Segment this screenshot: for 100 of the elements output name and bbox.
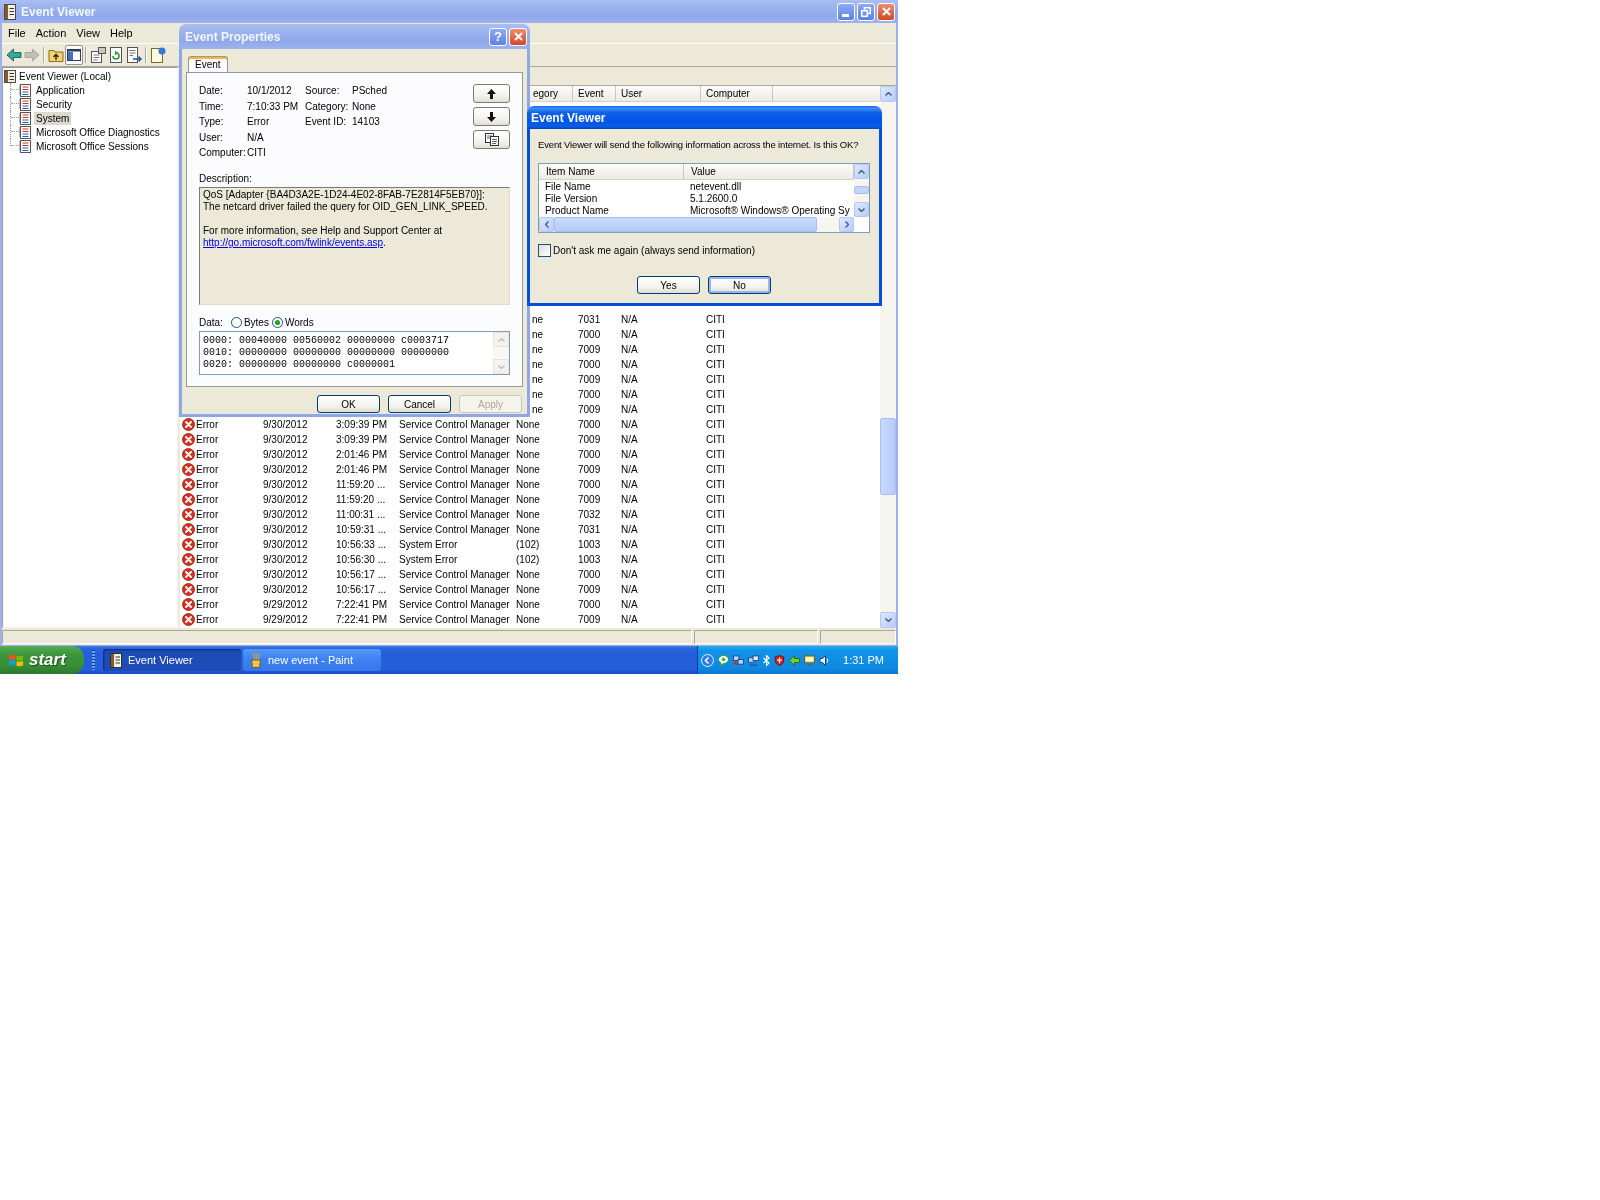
- chat-bubble-icon[interactable]: [718, 654, 729, 666]
- dialog-button[interactable]: OK: [317, 395, 380, 413]
- scrollbar-thumb[interactable]: [854, 186, 869, 194]
- window-title: Event Properties: [185, 29, 282, 44]
- flag-icon: [8, 652, 24, 668]
- scrollbar-thumb[interactable]: [880, 418, 896, 495]
- event-computer: CITI: [706, 584, 725, 595]
- column-header[interactable]: Computer: [701, 86, 773, 101]
- item-name: File Version: [545, 192, 598, 204]
- column-header[interactable]: Item Name: [539, 164, 684, 179]
- event-time: 11:59:20 ...: [336, 494, 386, 505]
- radio-label[interactable]: Words: [284, 316, 314, 328]
- caret-right-icon: [844, 221, 849, 228]
- event-computer: CITI: [706, 524, 725, 535]
- scroll-left-button[interactable]: [539, 217, 554, 232]
- event-time: 10:59:31 ...: [336, 524, 387, 535]
- log-book-icon: [4, 69, 16, 83]
- scroll-up-button[interactable]: [880, 86, 896, 102]
- event-id: 7000: [578, 419, 601, 430]
- minimize-button[interactable]: [837, 2, 855, 21]
- event-category: None: [516, 419, 540, 430]
- event-user: N/A: [621, 374, 638, 385]
- tree-item[interactable]: Microsoft Office Diagnostics: [34, 125, 162, 139]
- taskbar-button[interactable]: Event Viewer: [103, 649, 241, 671]
- menu-item[interactable]: View: [71, 26, 105, 40]
- field-label: Time:: [199, 100, 224, 112]
- toolbar-button[interactable]: [125, 45, 143, 65]
- toolbar-button[interactable]: [149, 45, 167, 65]
- tree-item[interactable]: Microsoft Office Sessions: [34, 139, 151, 153]
- start-button[interactable]: start: [0, 646, 84, 674]
- event-id: 7000: [578, 569, 601, 580]
- column-header[interactable]: Event: [573, 86, 616, 101]
- toolbar-button[interactable]: [107, 45, 125, 65]
- vertical-scrollbar[interactable]: [854, 164, 869, 217]
- column-header[interactable]: User: [616, 86, 701, 101]
- scroll-right-button[interactable]: [839, 217, 854, 232]
- event-source: Service Control Manager: [399, 464, 510, 475]
- description-label: Description:: [199, 173, 252, 185]
- description-line: QoS [Adapter {BA4D3A2E-1D24-4E02-8FAB-7E2814F5EB70}]:: [203, 189, 485, 201]
- horizontal-scrollbar[interactable]: [539, 217, 854, 232]
- monitors-icon[interactable]: [748, 654, 759, 666]
- field-label: Type:: [199, 116, 224, 128]
- menu-item[interactable]: File: [3, 26, 31, 40]
- event-date: 9/30/2012: [263, 449, 308, 460]
- radio-label[interactable]: Bytes: [243, 316, 269, 328]
- description-field[interactable]: [199, 187, 510, 305]
- event-user: N/A: [621, 449, 638, 460]
- checkbox[interactable]: [538, 244, 551, 257]
- tree-item[interactable]: System: [34, 111, 72, 125]
- restore-button[interactable]: [857, 2, 875, 21]
- scroll-down-button[interactable]: [854, 202, 869, 217]
- event-computer: CITI: [706, 569, 725, 580]
- radio-button[interactable]: [271, 316, 283, 328]
- display-icon[interactable]: [804, 654, 815, 666]
- taskbar-grip[interactable]: [92, 650, 95, 670]
- event-time: 10:56:17 ...: [336, 584, 387, 595]
- event-id: 7009: [578, 464, 601, 475]
- tree-item[interactable]: Application: [34, 83, 87, 97]
- tree-item[interactable]: Security: [34, 97, 75, 111]
- toolbar-button[interactable]: [65, 45, 83, 65]
- event-time: 7:22:41 PM: [336, 599, 388, 610]
- hex-data-field[interactable]: 0000: 00040000 00560002 00000000 c0003717 0010: 00000000 00000000 00000000 00000000 0020: 00000000 00000000 c0000001: [199, 331, 510, 375]
- event-computer: CITI: [706, 374, 725, 385]
- field-label: Source:: [305, 85, 340, 97]
- scrollbar-thumb[interactable]: [554, 217, 817, 232]
- close-button[interactable]: [509, 27, 527, 46]
- chevron-button[interactable]: [701, 653, 714, 667]
- close-button[interactable]: [877, 2, 895, 21]
- scroll-up-button[interactable]: [854, 164, 869, 179]
- event-source: Service Control Manager: [399, 599, 510, 610]
- event-time: 7:22:41 PM: [336, 614, 388, 625]
- taskbar-button[interactable]: new event - Paint: [243, 649, 381, 671]
- menu-item[interactable]: Action: [30, 26, 72, 40]
- field-label: Event ID:: [305, 116, 347, 128]
- radio-button[interactable]: [230, 316, 242, 328]
- event-time: 10:56:30 ...: [336, 554, 387, 565]
- toolbar-button[interactable]: [5, 45, 23, 65]
- next-event-button[interactable]: [473, 107, 510, 126]
- network-icon[interactable]: [733, 654, 744, 666]
- field-label: Category:: [305, 100, 349, 112]
- log-document-icon: [19, 97, 31, 111]
- previous-event-button[interactable]: [473, 84, 510, 103]
- speaker-icon[interactable]: [819, 654, 830, 666]
- dialog-button[interactable]: Yes: [637, 276, 700, 294]
- event-user: N/A: [621, 404, 638, 415]
- event-computer: CITI: [706, 464, 725, 475]
- menu-item[interactable]: Help: [104, 26, 138, 40]
- tab[interactable]: Event: [188, 56, 228, 72]
- tree-item[interactable]: Event Viewer (Local): [17, 69, 114, 83]
- field-value: 10/1/2012: [247, 85, 292, 97]
- copy-button[interactable]: [473, 130, 510, 149]
- scroll-down-button[interactable]: [880, 612, 896, 628]
- dialog-button[interactable]: Cancel: [388, 395, 451, 413]
- checkbox-label[interactable]: Don't ask me again (always send information): [553, 245, 755, 256]
- vertical-scrollbar[interactable]: [880, 86, 896, 628]
- event-type: Error: [196, 614, 219, 625]
- toolbar-button[interactable]: [89, 45, 107, 65]
- dialog-button[interactable]: No: [708, 276, 771, 294]
- shield-icon[interactable]: [774, 654, 785, 666]
- bluetooth-icon[interactable]: [763, 654, 770, 666]
